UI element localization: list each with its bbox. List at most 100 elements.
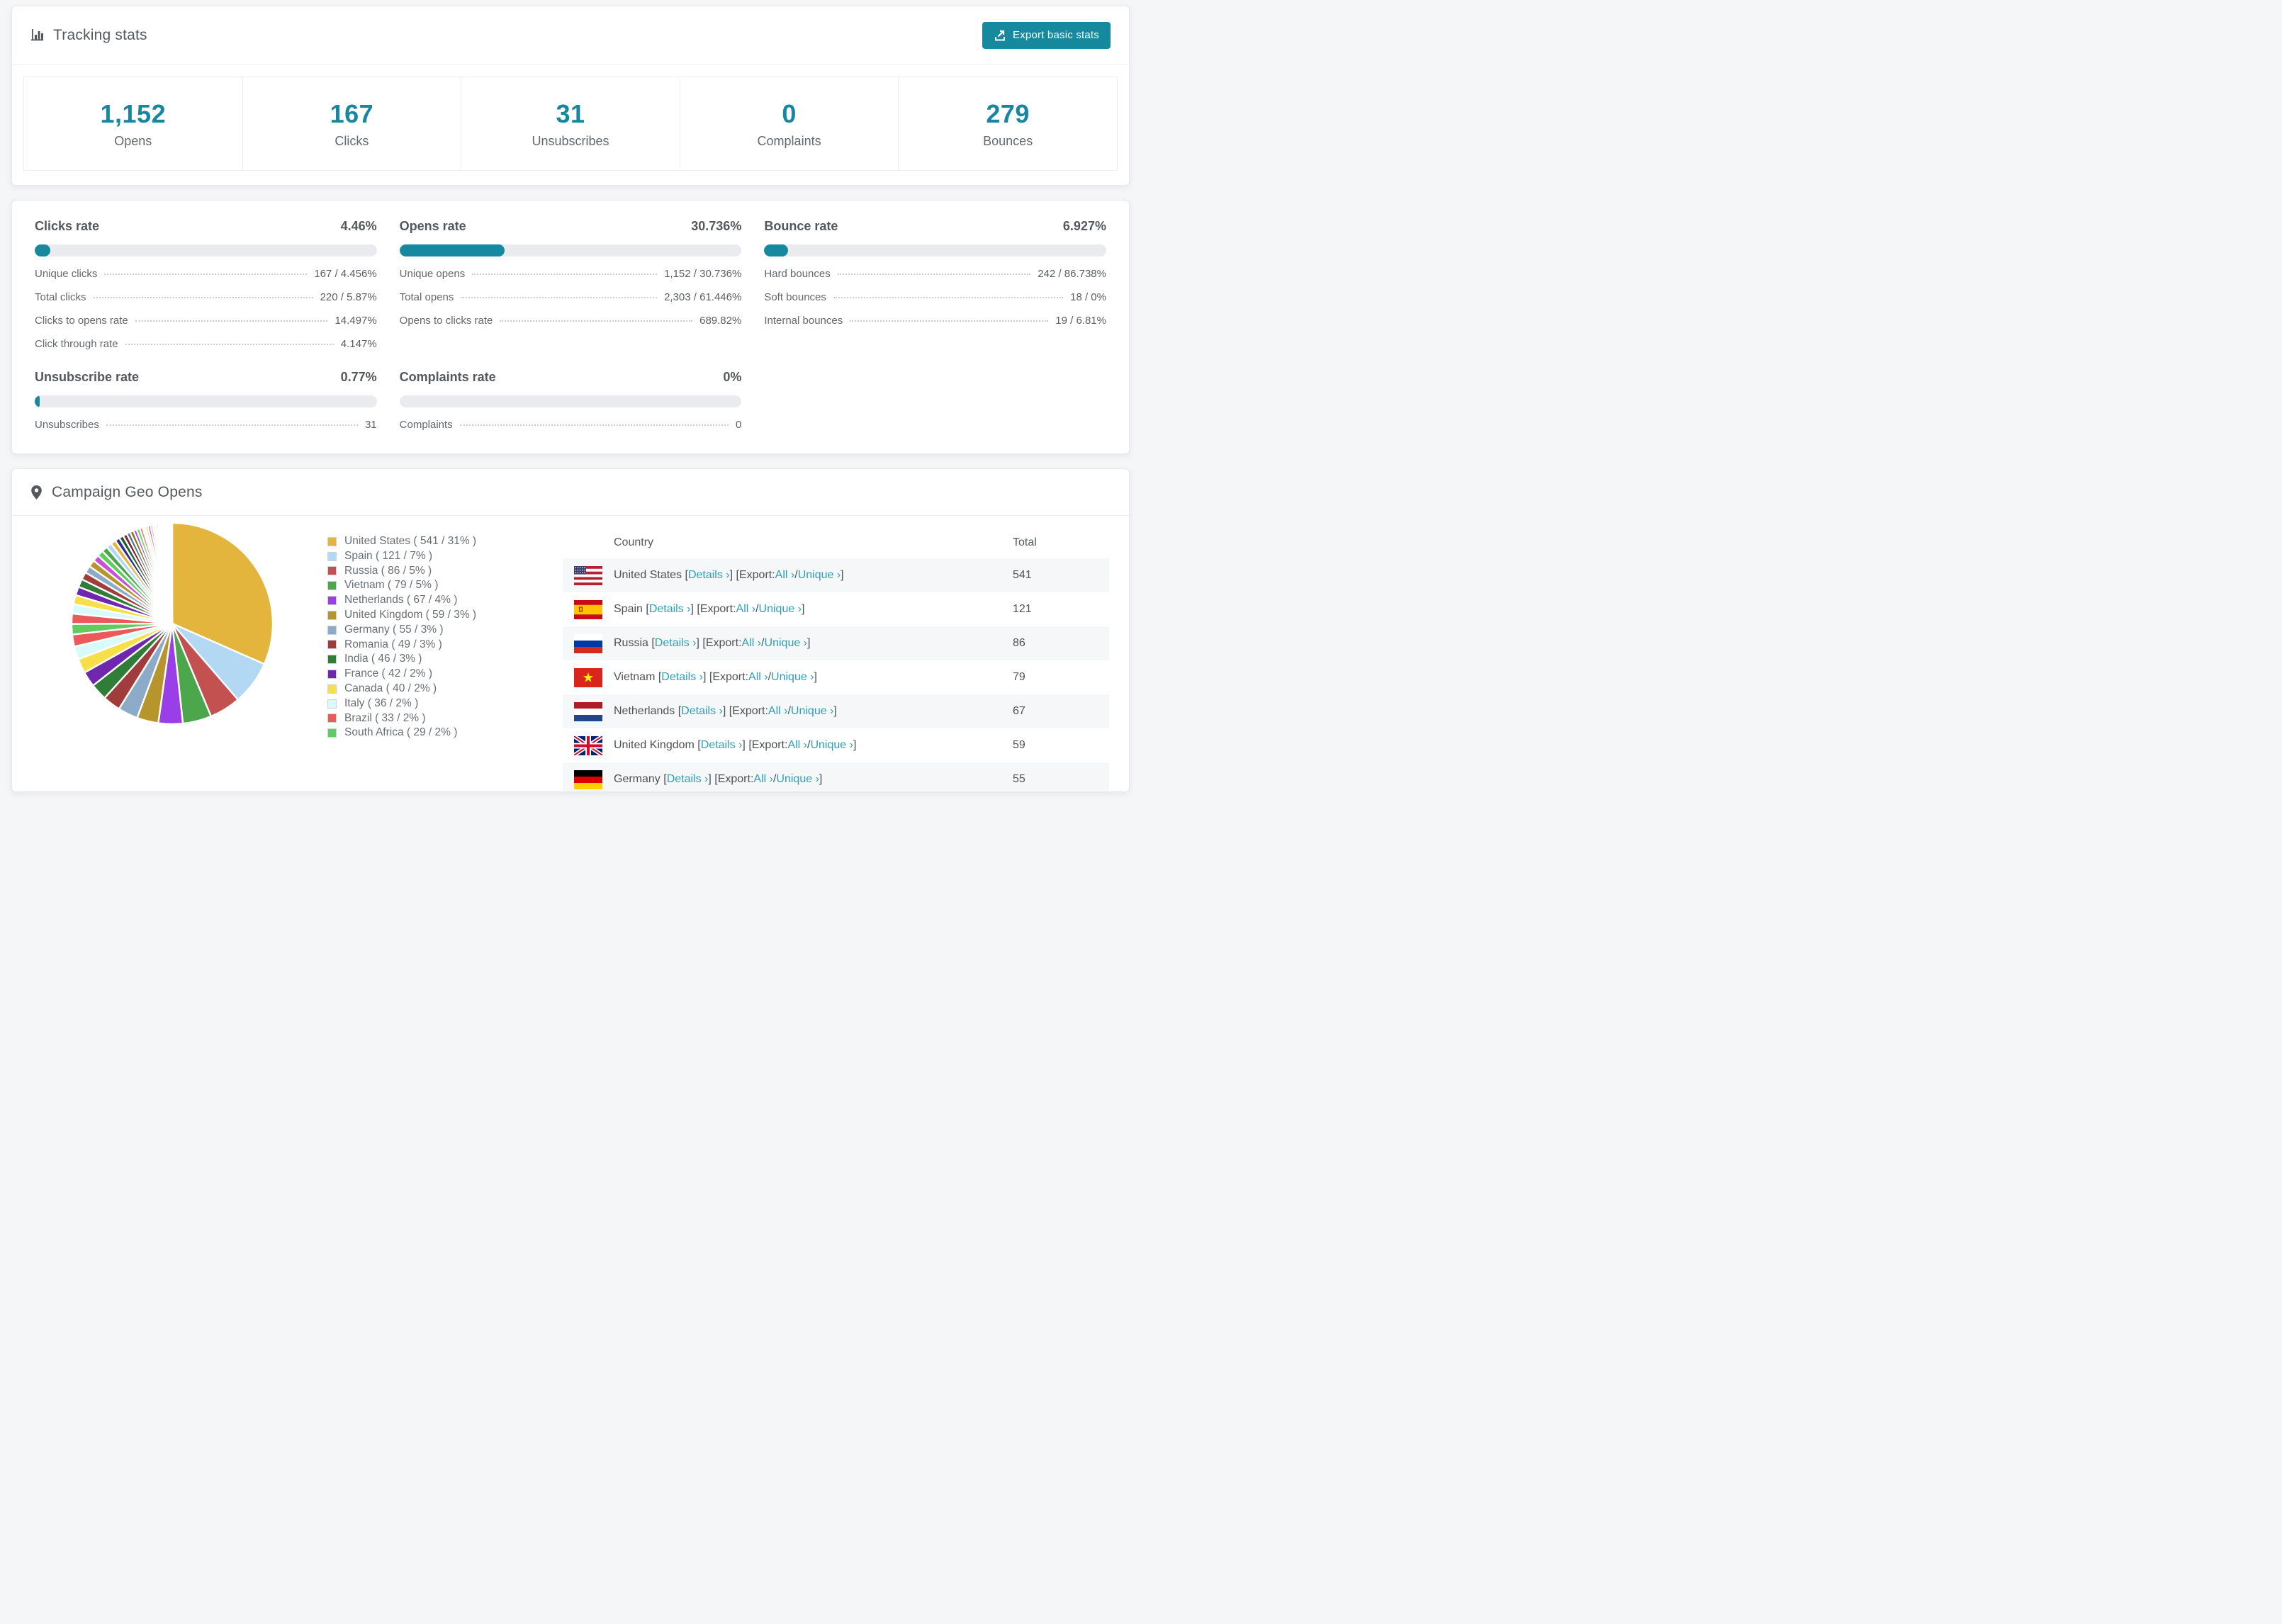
rate-title: Unsubscribe rate (35, 370, 140, 384)
tracking-stats-header: Tracking stats Export basic stats (12, 6, 1129, 64)
country-name: Spain (614, 603, 643, 615)
stat-label: Bounces (983, 133, 1033, 148)
export-all-link[interactable]: All › (787, 739, 807, 752)
export-unique-link[interactable]: Unique › (791, 705, 833, 718)
bracket-text: [ (648, 637, 655, 649)
legend-swatch (327, 640, 337, 650)
legend-item: Romania ( 49 / 3% ) (327, 638, 563, 653)
metric-row: Click through rate 4.147% (35, 338, 377, 350)
metric-row: Internal bounces 19 / 6.81% (764, 315, 1106, 327)
metric-label: Total opens (399, 291, 454, 303)
rate-progress-track (35, 395, 377, 407)
vn-flag-icon (574, 667, 602, 687)
export-all-link[interactable]: All › (736, 603, 756, 616)
geo-table-row: Russia [Details ›] [Export: All › / Uniq… (563, 626, 1109, 660)
export-unique-link[interactable]: Unique › (776, 773, 819, 786)
metric-label: Opens to clicks rate (399, 315, 493, 327)
legend-label: Russia ( 86 / 5% ) (344, 564, 432, 577)
metric-label: Complaints (399, 419, 453, 431)
legend-item: Netherlands ( 67 / 4% ) (327, 593, 563, 608)
export-all-link[interactable]: All › (748, 671, 768, 684)
bracket-text: ] (841, 569, 844, 581)
details-link[interactable]: Details › (667, 773, 709, 786)
bracket-text: ] [Export: (696, 637, 742, 649)
country-name: Russia (614, 637, 648, 649)
export-all-link[interactable]: All › (753, 773, 773, 786)
legend-item: Russia ( 86 / 5% ) (327, 564, 563, 579)
geo-table-row: United Kingdom [Details ›] [Export: All … (563, 728, 1109, 762)
bracket-text: ] [Export: (722, 705, 768, 717)
us-flag-icon (574, 565, 602, 585)
dotted-leader (93, 297, 313, 298)
metric-row: Unique clicks 167 / 4.456% (35, 268, 377, 280)
geo-pie-chart[interactable] (66, 517, 279, 730)
details-link[interactable]: Details › (701, 739, 743, 752)
export-unique-link[interactable]: Unique › (765, 637, 807, 650)
summary-stats-row: 1,152 Opens 167 Clicks 31 Unsubscribes 0 Compla… (23, 77, 1118, 171)
export-all-link[interactable]: All › (768, 705, 788, 718)
rate-head: Complaints rate 0% (400, 370, 742, 385)
total-cell: 121 (1013, 603, 1032, 615)
geo-table-body: United States [Details ›] [Export: All ›… (563, 558, 1109, 791)
metric-label: Internal bounces (764, 315, 843, 327)
details-link[interactable]: Details › (655, 637, 697, 650)
export-unique-link[interactable]: Unique › (771, 671, 814, 684)
metric-value: 242 / 86.738% (1038, 268, 1106, 280)
legend-label: France ( 42 / 2% ) (344, 667, 433, 680)
export-all-link[interactable]: All › (742, 637, 762, 650)
geo-opens-header: Campaign Geo Opens (12, 469, 1129, 516)
stat-label: Clicks (335, 133, 369, 148)
legend-item: South Africa ( 29 / 2% ) (327, 726, 563, 740)
dotted-leader (837, 274, 1031, 275)
metric-value: 0 (735, 419, 742, 431)
metric-label: Soft bounces (764, 291, 826, 303)
details-link[interactable]: Details › (681, 705, 723, 718)
rate-block-opens-rate: Opens rate 30.736% Unique opens 1,152 / 30.… (399, 219, 742, 350)
rates-card: Clicks rate 4.46% Unique clicks 167 / 4.456… (11, 200, 1130, 454)
total-cell: 86 (1013, 637, 1025, 649)
metric-value: 18 / 0% (1070, 291, 1106, 303)
export-unique-link[interactable]: Unique › (810, 739, 853, 752)
bracket-text: [ (694, 739, 701, 751)
stat-label: Complaints (757, 133, 821, 148)
tracking-stats-card: Tracking stats Export basic stats 1,152 O… (11, 6, 1130, 186)
page-title: Tracking stats (53, 26, 147, 43)
export-unique-link[interactable]: Unique › (759, 603, 802, 616)
bracket-text: [ (682, 569, 688, 581)
export-unique-link[interactable]: Unique › (798, 569, 841, 582)
details-link[interactable]: Details › (649, 603, 691, 616)
stat-label: Opens (114, 133, 152, 148)
geo-pie-wrap (12, 516, 327, 733)
stat-box-bounces: 279 Bounces (898, 77, 1118, 171)
legend-label: Spain ( 121 / 7% ) (344, 549, 433, 562)
legend-swatch (327, 536, 337, 546)
legend-item: Italy ( 36 / 2% ) (327, 697, 563, 711)
dotted-leader (500, 320, 693, 322)
rate-progress-track (35, 244, 377, 256)
legend-item: United States ( 541 / 31% ) (327, 534, 563, 549)
stat-value: 31 (556, 98, 585, 128)
geo-opens-title: Campaign Geo Opens (52, 483, 203, 500)
details-link[interactable]: Details › (661, 671, 703, 684)
rate-value: 4.46% (340, 219, 377, 233)
bracket-text: ] (833, 705, 837, 717)
bracket-text: ] [Export: (742, 739, 788, 751)
metric-row: Unsubscribes 31 (35, 419, 377, 431)
metric-row: Unique opens 1,152 / 30.736% (400, 268, 742, 280)
metric-value: 689.82% (699, 315, 742, 327)
metric-label: Unsubscribes (35, 419, 99, 431)
legend-label: Netherlands ( 67 / 4% ) (344, 594, 458, 607)
rate-value: 0% (723, 370, 742, 384)
export-basic-stats-button[interactable]: Export basic stats (982, 21, 1111, 49)
total-cell: 59 (1013, 739, 1025, 751)
bracket-text: [ (655, 671, 662, 683)
rate-block-bounce-rate: Bounce rate 6.927% Hard bounces 242 / 86.73… (764, 219, 1106, 350)
legend-swatch (327, 684, 337, 694)
export-all-link[interactable]: All › (775, 569, 795, 582)
total-cell: 541 (1013, 569, 1032, 581)
legend-swatch (327, 655, 337, 665)
details-link[interactable]: Details › (688, 569, 730, 582)
legend-item: United Kingdom ( 59 / 3% ) (327, 608, 563, 623)
country-name: Vietnam (614, 671, 656, 683)
metric-label: Clicks to opens rate (35, 315, 128, 327)
